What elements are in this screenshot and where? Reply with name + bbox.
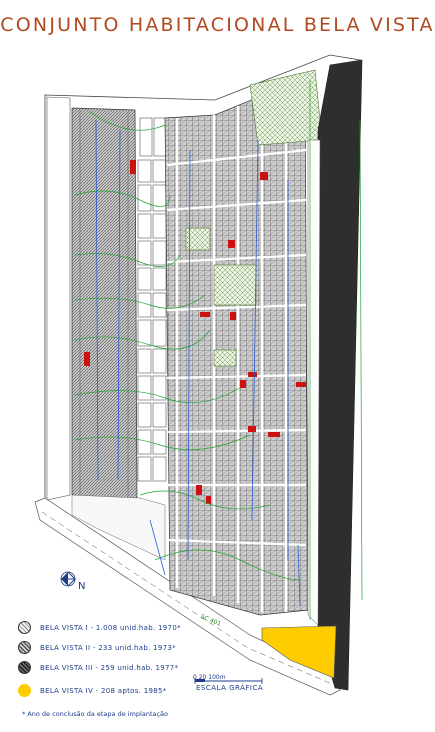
legend-swatch-yellow [18,684,31,697]
legend-item-bela-vista-ii: BELA VISTA II - 233 unid.hab. 1973* [18,641,176,654]
legend-swatch-medium-hatch [18,641,31,654]
zone-bela-vista-iii [71,107,138,501]
legend-item-bela-vista-iii: BELA VISTA III - 259 unid.hab. 1977* [18,661,178,674]
scale-ticks: 0 20 100m [193,674,226,681]
zone-dark-east [317,59,363,691]
footnote: * Ano de conclusão da etapa de implantaç… [22,710,169,718]
legend-swatch-dark-hatch [18,661,31,674]
scale-label: ESCALA GRÁFICA [196,684,264,692]
legend-label: BELA VISTA I - 1.008 unid.hab. 1970* [40,623,181,632]
legend-item-bela-vista-iv: BELA VISTA IV - 208 aptos. 1985* [18,684,167,697]
legend-label: BELA VISTA IV - 208 aptos. 1985* [40,686,167,695]
legend-label: BELA VISTA II - 233 unid.hab. 1973* [40,643,176,652]
north-label: N [78,581,86,592]
green-area-center [213,264,257,306]
legend-item-bela-vista-i: BELA VISTA I - 1.008 unid.hab. 1970* [18,621,181,634]
green-area-north [249,69,323,146]
legend-label: BELA VISTA III - 259 unid.hab. 1977* [40,663,179,672]
north-arrow-icon [60,571,76,587]
legend-swatch-light-hatch [18,621,31,634]
